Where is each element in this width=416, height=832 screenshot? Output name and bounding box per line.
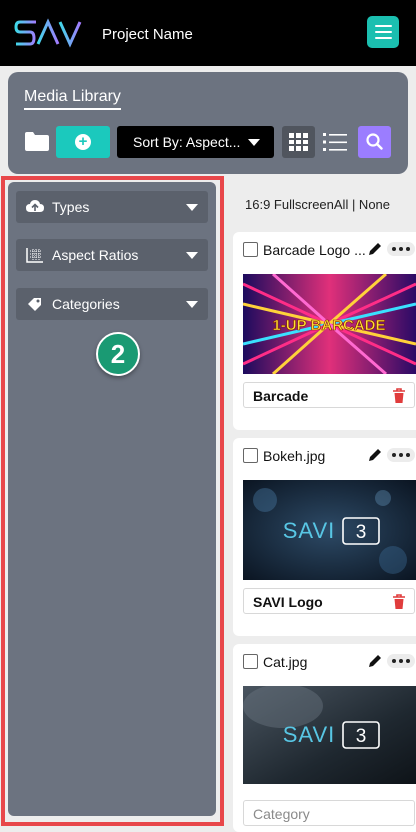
- media-library-toolbar: Media Library + Sort By: Aspect...: [8, 72, 408, 174]
- chevron-down-icon: [248, 139, 260, 146]
- media-label: SAVI Logo: [253, 594, 323, 610]
- svg-text:SAVI: SAVI: [283, 518, 336, 543]
- grid-view-icon: [289, 133, 294, 138]
- media-card[interactable]: Barcade Logo ... 1-UP BARCADE Barcade: [233, 232, 416, 430]
- category-field[interactable]: SAVI Logo: [243, 588, 415, 614]
- card-header: Cat.jpg: [243, 652, 415, 672]
- category-placeholder: Category: [253, 806, 310, 822]
- active-filter-status: 16:9 FullscreenAll | None: [245, 197, 391, 212]
- pencil-icon[interactable]: [367, 447, 383, 463]
- list-view-icon[interactable]: [322, 130, 348, 154]
- grid-view-button[interactable]: [282, 126, 315, 158]
- media-label: Barcade: [253, 388, 309, 404]
- page-title: Media Library: [24, 88, 121, 110]
- more-options-icon[interactable]: [387, 654, 415, 668]
- search-icon: [366, 133, 383, 150]
- trash-icon[interactable]: [392, 388, 406, 404]
- select-checkbox[interactable]: [243, 448, 258, 463]
- pencil-icon[interactable]: [367, 653, 383, 669]
- category-field[interactable]: Barcade: [243, 382, 415, 408]
- more-options-icon[interactable]: [387, 448, 415, 462]
- sort-dropdown[interactable]: Sort By: Aspect...: [117, 126, 274, 158]
- media-card[interactable]: Cat.jpg SAVI 3 Category: [233, 644, 416, 832]
- pencil-icon[interactable]: [367, 241, 383, 257]
- project-name[interactable]: Project Name: [102, 26, 193, 43]
- media-thumbnail[interactable]: 1-UP BARCADE: [243, 274, 416, 374]
- thumbnail-logo-text: 1-UP BARCADE: [272, 317, 385, 334]
- svg-text:3: 3: [356, 522, 367, 543]
- hamburger-icon: [374, 25, 392, 27]
- media-filename: Barcade Logo ...: [263, 242, 366, 258]
- trash-icon[interactable]: [392, 594, 406, 610]
- svg-text:SAVI: SAVI: [283, 722, 336, 747]
- category-field[interactable]: Category: [243, 800, 415, 826]
- svg-text:3: 3: [356, 726, 367, 747]
- plus-circle-icon: +: [75, 134, 91, 150]
- select-checkbox[interactable]: [243, 654, 258, 669]
- highlight-frame: [1, 176, 224, 826]
- media-card[interactable]: Bokeh.jpg SAVI 3 SAVI Logo: [233, 438, 416, 636]
- media-filename: Bokeh.jpg: [263, 448, 326, 464]
- search-button[interactable]: [358, 126, 391, 158]
- hamburger-menu-button[interactable]: [367, 16, 399, 48]
- media-thumbnail[interactable]: SAVI 3: [243, 686, 416, 784]
- sort-label: Sort By: Aspect...: [133, 134, 241, 150]
- savi-logo[interactable]: [14, 16, 96, 50]
- card-header: Bokeh.jpg: [243, 446, 415, 466]
- select-checkbox[interactable]: [243, 242, 258, 257]
- card-header: Barcade Logo ...: [243, 240, 415, 260]
- media-thumbnail[interactable]: SAVI 3: [243, 480, 416, 580]
- add-media-button[interactable]: +: [56, 126, 110, 158]
- folder-icon[interactable]: [24, 130, 50, 152]
- top-bar: Project Name: [0, 0, 416, 66]
- more-options-icon[interactable]: [387, 242, 415, 256]
- media-filename: Cat.jpg: [263, 654, 308, 670]
